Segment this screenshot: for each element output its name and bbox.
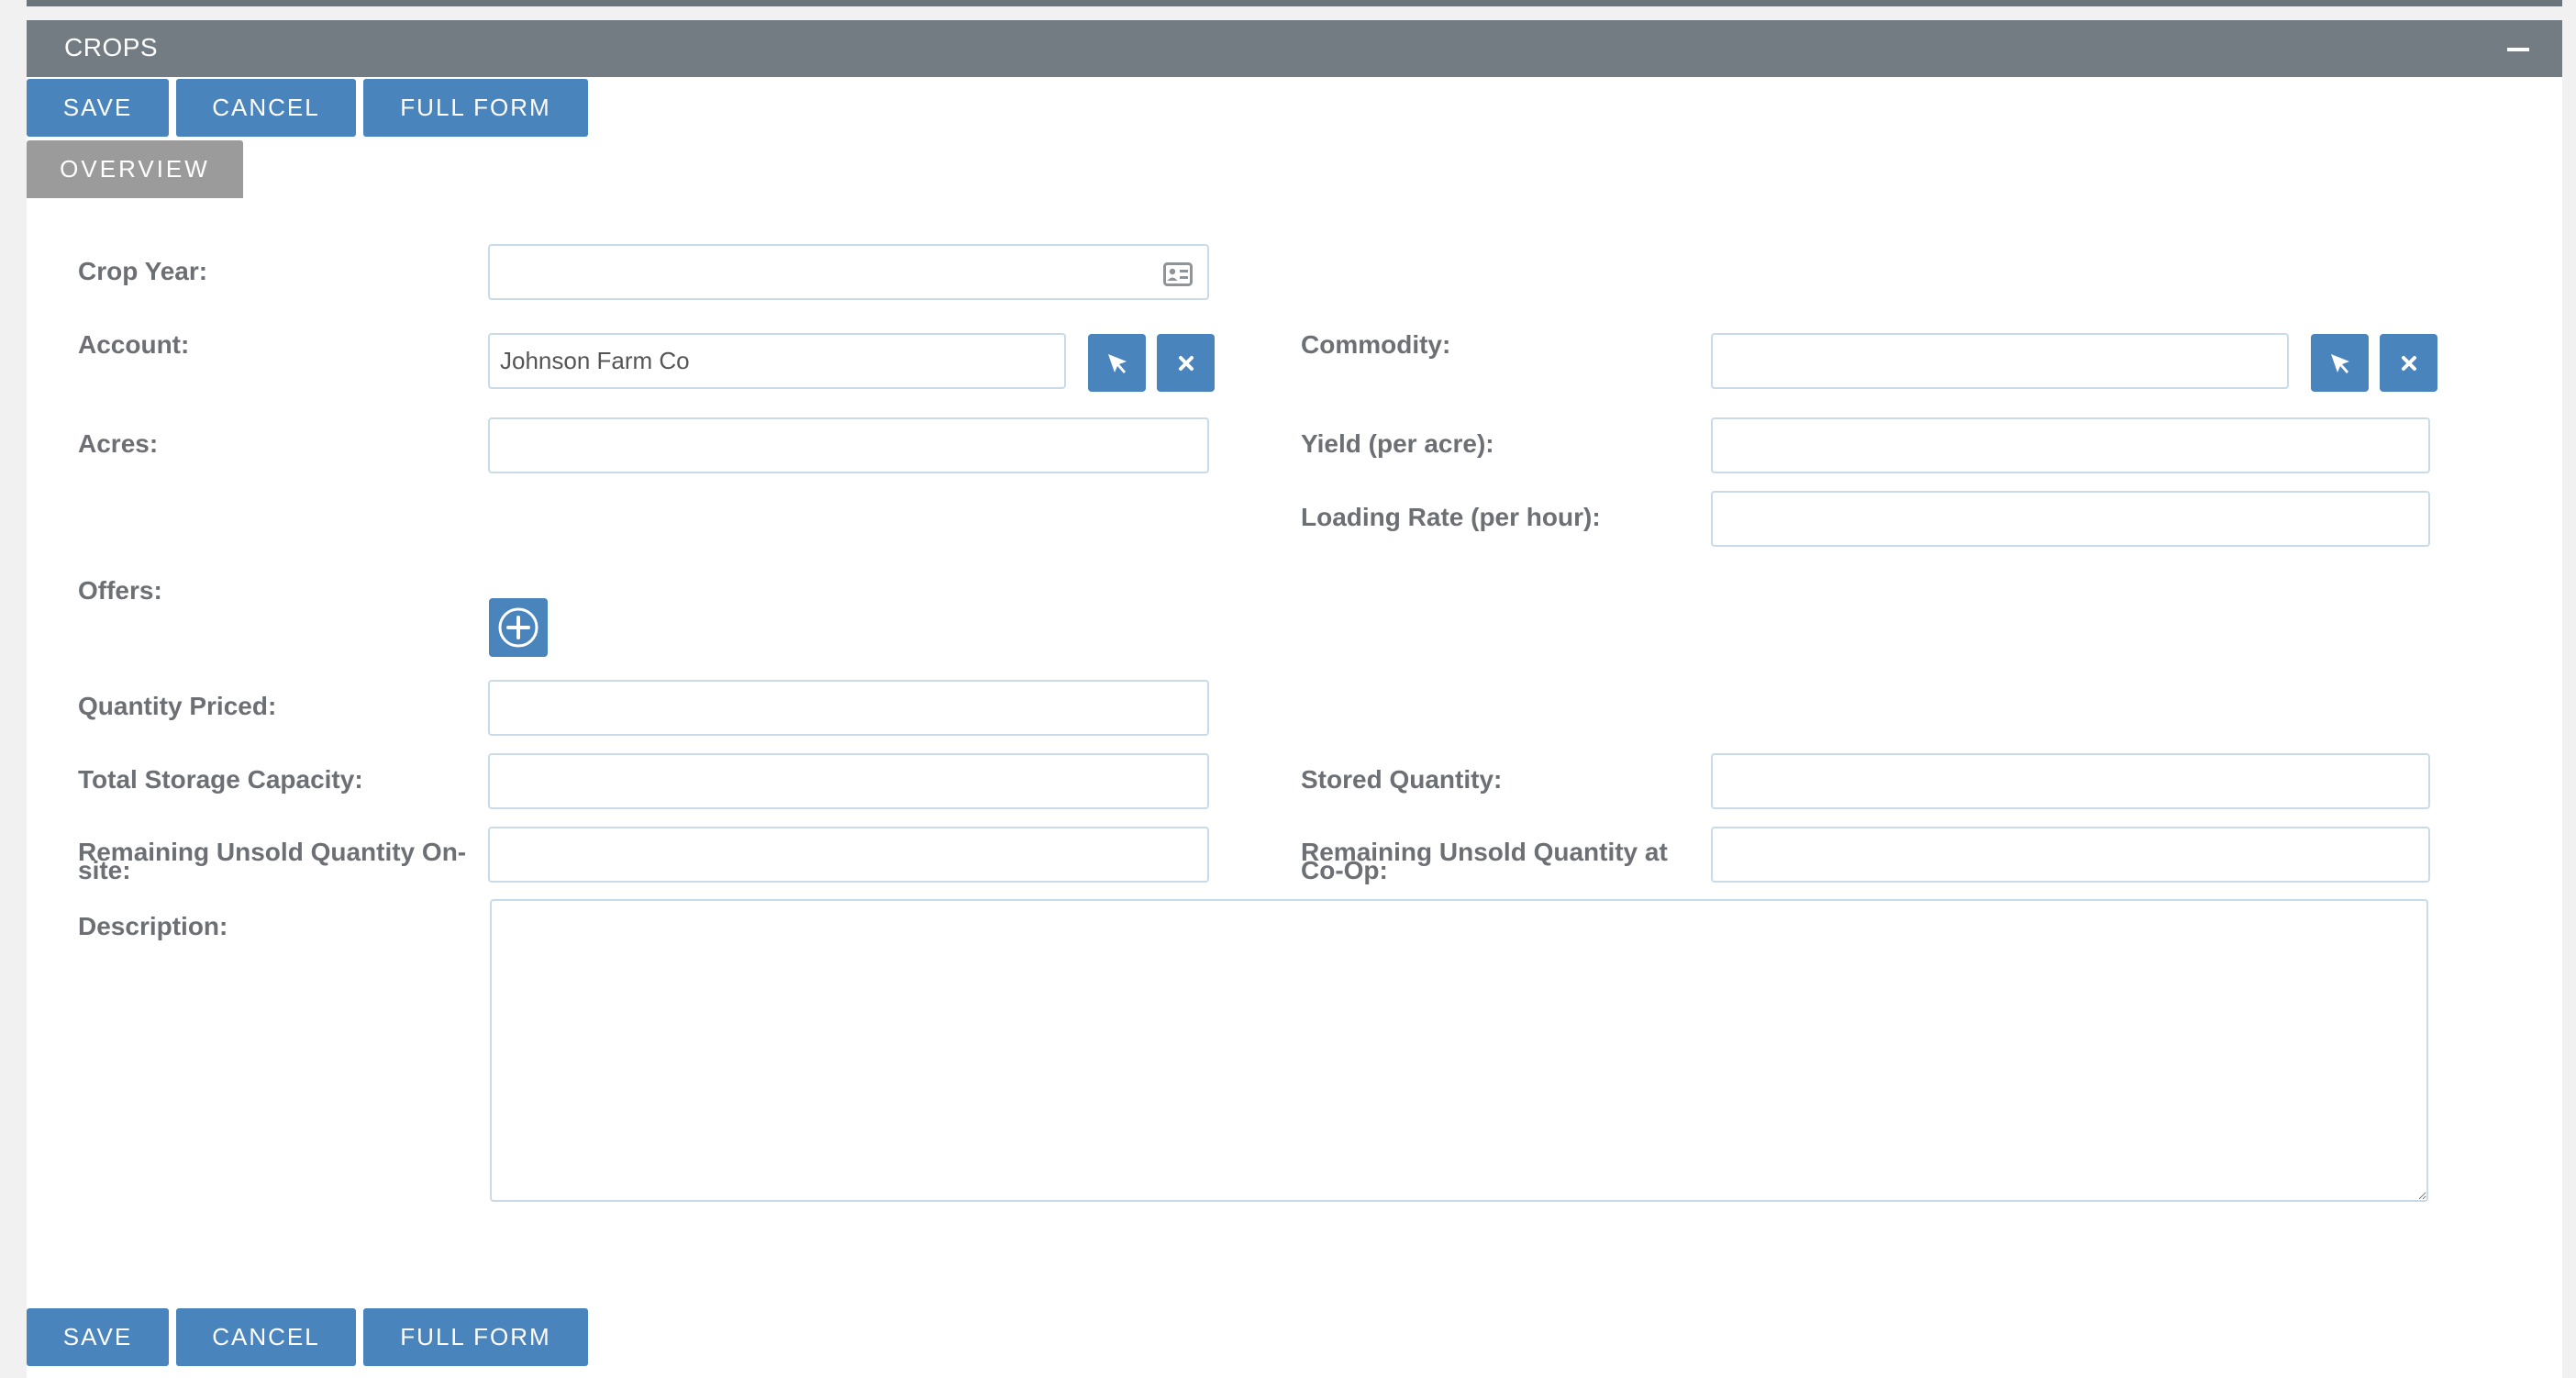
remaining-coop-field[interactable] (1711, 827, 2430, 883)
commodity-label: Commodity: (1301, 330, 1451, 359)
quantity-priced-field[interactable] (488, 680, 1209, 736)
cancel-button[interactable]: CANCEL (176, 79, 356, 137)
account-label: Account: (78, 330, 190, 359)
account-select-button[interactable] (1088, 334, 1146, 392)
account-clear-button[interactable] (1157, 334, 1215, 392)
commodity-select-button[interactable] (2311, 334, 2369, 392)
panel-header: CROPS (27, 20, 2562, 77)
commodity-clear-button[interactable] (2380, 334, 2437, 392)
minus-icon[interactable] (2507, 48, 2529, 51)
total-storage-capacity-field[interactable] (488, 753, 1209, 809)
close-icon (1178, 355, 1194, 371)
remaining-onsite-label: Remaining Unsold Quantity On-site: (78, 838, 467, 884)
full-form-button-bottom[interactable]: FULL FORM (363, 1308, 588, 1366)
acres-label: Acres: (78, 429, 159, 458)
commodity-field[interactable] (1711, 333, 2289, 389)
top-strip (27, 0, 2562, 6)
crops-panel: CROPS SAVE CANCEL FULL FORM OVERVIEW Cro… (27, 20, 2562, 1378)
save-button-bottom[interactable]: SAVE (27, 1308, 169, 1366)
yield-field[interactable] (1711, 417, 2430, 473)
stored-quantity-field[interactable] (1711, 753, 2430, 809)
cancel-button-bottom[interactable]: CANCEL (176, 1308, 356, 1366)
close-icon (2401, 355, 2416, 371)
remaining-onsite-field[interactable] (488, 827, 1209, 883)
loading-rate-label: Loading Rate (per hour): (1301, 503, 1601, 531)
panel-title: CROPS (64, 33, 159, 61)
calendar-icon[interactable] (1163, 262, 1193, 286)
crop-year-field[interactable] (488, 244, 1209, 300)
crop-year-label: Crop Year: (78, 257, 208, 285)
stored-quantity-label: Stored Quantity: (1301, 765, 1503, 794)
tab-overview[interactable]: OVERVIEW (27, 140, 243, 198)
total-storage-capacity-label: Total Storage Capacity: (78, 765, 363, 794)
plus-circle-icon (498, 607, 539, 648)
offers-label: Offers: (78, 576, 162, 605)
add-offer-button[interactable] (489, 598, 548, 657)
description-label: Description: (78, 912, 228, 940)
yield-label: Yield (per acre): (1301, 429, 1494, 458)
account-field[interactable] (488, 333, 1066, 389)
quantity-priced-label: Quantity Priced: (78, 692, 277, 720)
acres-field[interactable] (488, 417, 1209, 473)
full-form-button[interactable]: FULL FORM (363, 79, 588, 137)
loading-rate-field[interactable] (1711, 491, 2430, 547)
description-textarea[interactable] (490, 899, 2428, 1202)
cursor-arrow-icon (2330, 353, 2349, 373)
remaining-coop-label: Remaining Unsold Quantity at Co-Op: (1301, 838, 1668, 884)
save-button[interactable]: SAVE (27, 79, 169, 137)
cursor-arrow-icon (1107, 353, 1127, 373)
